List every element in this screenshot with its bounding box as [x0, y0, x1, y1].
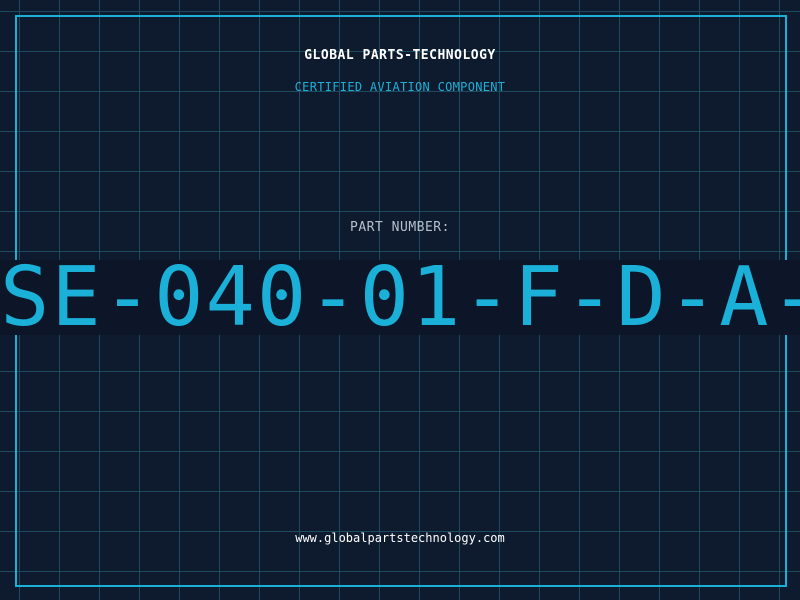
- certification-subtitle: CERTIFIED AVIATION COMPONENT: [294, 80, 506, 94]
- brand-title: GLOBAL PARTS-TECHNOLOGY: [304, 48, 496, 63]
- part-number-band: SE-040-01-F-D-A-K-T: [0, 260, 800, 335]
- part-number-value: SE-040-01-F-D-A-K-T: [0, 260, 800, 335]
- part-number-label: PART NUMBER:: [350, 220, 450, 235]
- website-url: www.globalpartstechnology.com: [295, 531, 505, 545]
